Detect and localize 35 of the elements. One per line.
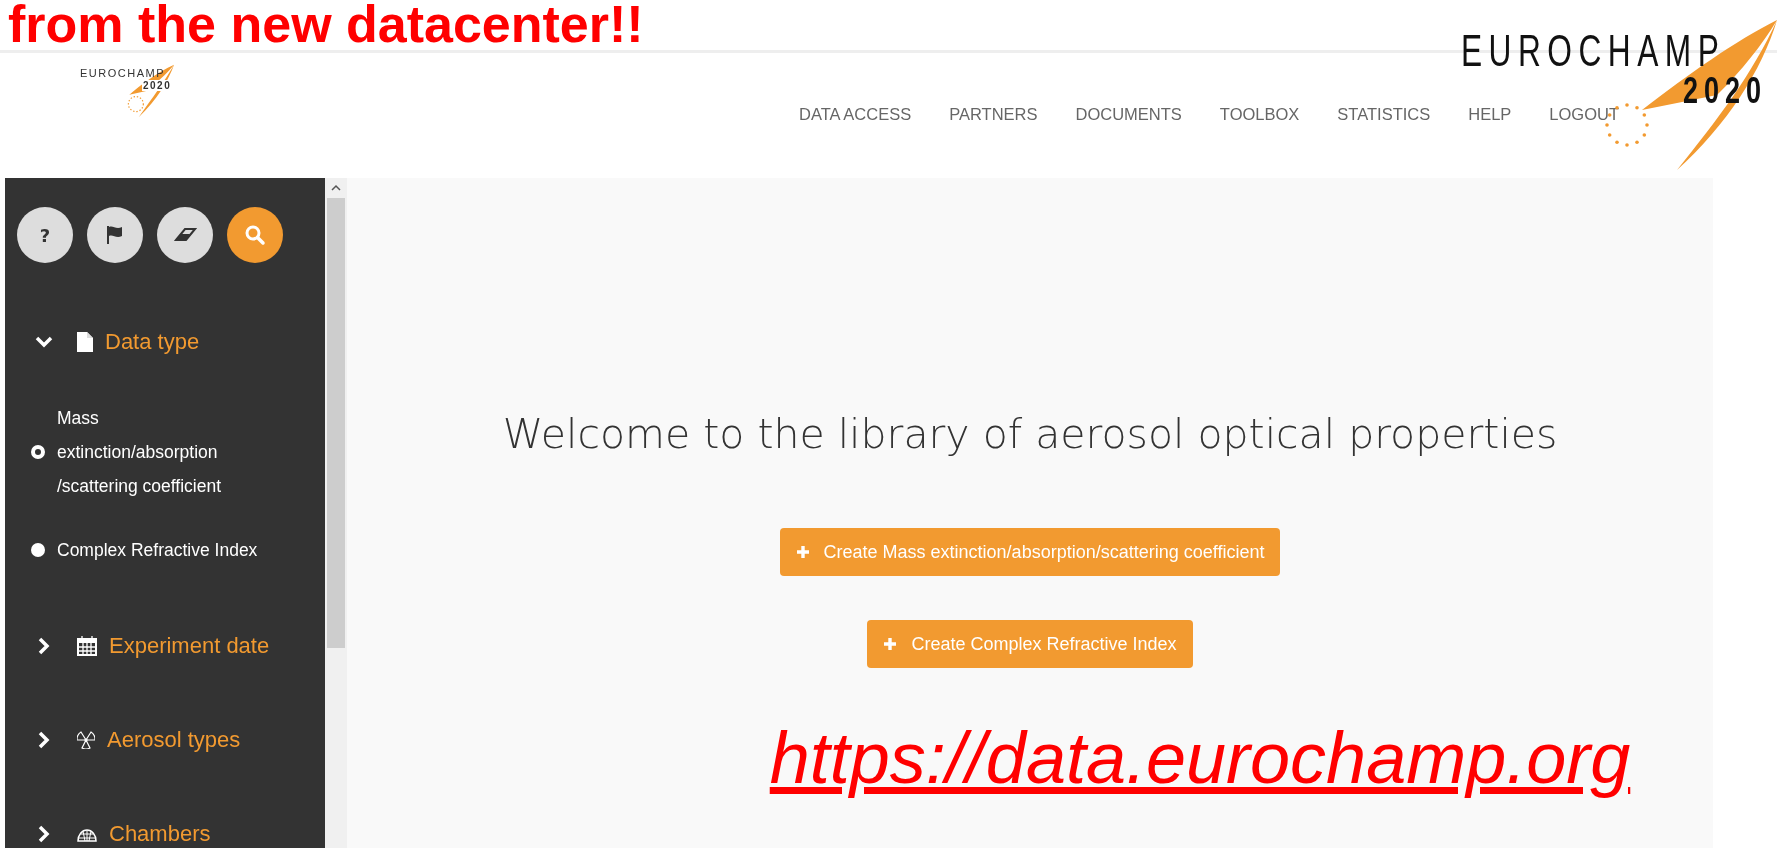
scrollbar[interactable] bbox=[325, 178, 347, 848]
welcome-title: Welcome to the library of aerosol optical properties bbox=[502, 410, 1558, 458]
filter-section-header[interactable]: Chambers bbox=[35, 819, 325, 848]
filter-section-header[interactable]: Aerosol types bbox=[35, 725, 325, 755]
scroll-up-icon[interactable] bbox=[331, 184, 341, 192]
help-button[interactable]: ? bbox=[17, 207, 73, 263]
radio-button[interactable] bbox=[31, 543, 45, 557]
eraser-button[interactable] bbox=[157, 207, 213, 263]
nav-link[interactable]: DATA ACCESS bbox=[780, 103, 931, 127]
option-label: Complex Refractive Index bbox=[57, 539, 258, 562]
plus-icon bbox=[795, 545, 810, 559]
search-icon bbox=[244, 224, 266, 246]
nav-link[interactable]: STATISTICS bbox=[1318, 103, 1450, 127]
nav-link[interactable]: DOCUMENTS bbox=[1056, 103, 1201, 127]
filter-section-header[interactable]: Experiment date bbox=[35, 631, 325, 661]
file-icon bbox=[77, 332, 93, 352]
filter-section-header[interactable]: Data type bbox=[35, 327, 325, 357]
flag-button[interactable] bbox=[87, 207, 143, 263]
scrollbar-thumb[interactable] bbox=[327, 198, 345, 648]
search-button[interactable] bbox=[227, 207, 283, 263]
plus-icon bbox=[883, 637, 898, 651]
slide-heading: from the new datacenter!! bbox=[7, 0, 645, 50]
nav-link[interactable]: TOOLBOX bbox=[1200, 103, 1319, 127]
option-label: Mass extinction/absorption /scattering coefficient bbox=[57, 407, 222, 498]
nav-link[interactable]: HELP bbox=[1449, 103, 1531, 127]
nav-link[interactable]: LOGOUT bbox=[1530, 103, 1639, 127]
url-link[interactable]: https://data.eurochamp.org bbox=[769, 718, 1631, 798]
radiation-icon bbox=[77, 731, 95, 749]
logo-year: 2020 bbox=[142, 80, 173, 91]
logo-name: EUROCHAMP bbox=[80, 67, 165, 79]
calendar-icon bbox=[77, 636, 97, 656]
nav-link[interactable]: PARTNERS bbox=[930, 103, 1057, 127]
logo-name: EUROCHAMP bbox=[1461, 26, 1726, 76]
radio-button[interactable] bbox=[31, 445, 45, 459]
dome-icon bbox=[77, 826, 97, 842]
